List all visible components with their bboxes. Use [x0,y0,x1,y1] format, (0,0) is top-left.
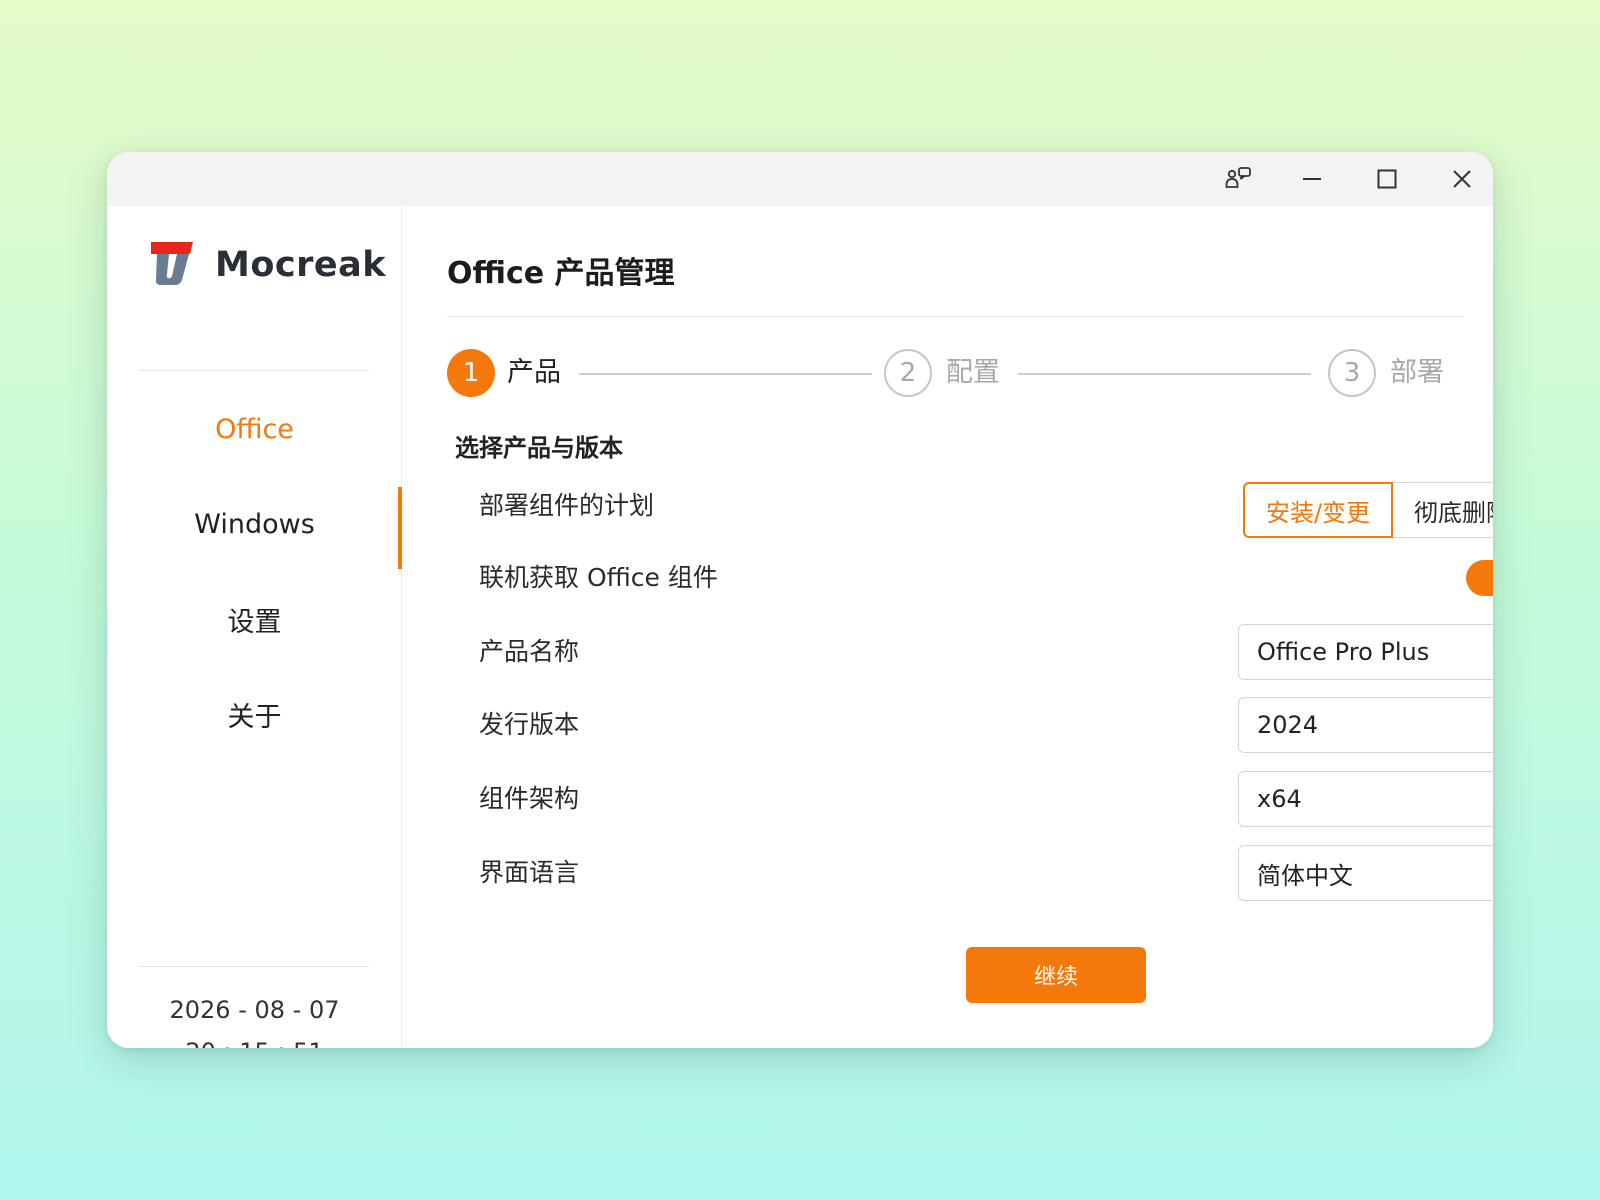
step-connector [579,373,872,375]
plan-segmented-control: 安装/变更 彻底删除 [1243,482,1493,538]
app-name: Mocreak [215,245,387,285]
sidebar: Mocreak Office Windows 设置 关于 2026 - 08 -… [107,206,402,1048]
step-2-label: 配置 [946,357,1000,388]
online-label: 联机获取 Office 组件 [479,563,718,592]
step-3-label: 部署 [1390,357,1444,388]
close-icon[interactable] [1434,158,1490,200]
app-window: Mocreak Office Windows 设置 关于 2026 - 08 -… [107,152,1493,1048]
sidebar-item-label: 设置 [227,606,282,638]
sidebar-item-label: Windows [194,508,315,540]
online-toggle[interactable] [1466,560,1493,596]
release-select[interactable]: 2024 [1238,697,1493,753]
title-bar [107,152,1493,206]
sidebar-item-about[interactable]: 关于 [107,684,402,744]
step-1-circle: 1 [447,349,495,397]
date-display: 2026 - 08 - 07 [169,996,340,1024]
install-change-button[interactable]: 安装/变更 [1243,482,1393,538]
section-title: 选择产品与版本 [455,434,623,462]
brand: Mocreak [147,238,386,292]
plan-label: 部署组件的计划 [479,491,655,520]
sidebar-item-label: 关于 [227,701,282,733]
step-3-circle: 3 [1328,349,1376,397]
sidebar-divider [139,966,369,967]
logo-icon [147,238,197,292]
arch-label: 组件架构 [479,784,580,813]
time-display: 20 : 15 : 51 [107,1038,402,1048]
arch-select[interactable]: x64 [1238,771,1493,827]
select-value: x64 [1257,785,1302,813]
sidebar-item-windows[interactable]: Windows [107,494,402,554]
feedback-icon[interactable] [1210,158,1266,200]
active-indicator [398,487,402,569]
product-label: 产品名称 [479,637,580,666]
sidebar-item-office[interactable]: Office [107,399,402,459]
select-value: 简体中文 [1257,861,1353,890]
select-value: Office Pro Plus [1257,638,1430,666]
product-select[interactable]: Office Pro Plus [1238,624,1493,680]
release-label: 发行版本 [479,710,580,739]
language-select[interactable]: 简体中文 [1238,845,1493,901]
sidebar-divider [139,370,369,371]
uninstall-button[interactable]: 彻底删除 [1393,482,1493,538]
language-label: 界面语言 [479,858,580,887]
sidebar-item-settings[interactable]: 设置 [107,589,402,649]
step-2-circle: 2 [884,349,932,397]
maximize-icon[interactable] [1359,158,1415,200]
minimize-icon[interactable] [1284,158,1340,200]
step-connector [1018,373,1311,375]
sidebar-item-label: Office [215,413,294,445]
page-title: Office 产品管理 [447,256,675,291]
select-value: 2024 [1257,711,1319,739]
main-panel: Office 产品管理 1 产品 2 配置 3 部署 选择产品与版本 部署组件的… [403,206,1493,1048]
title-divider [447,316,1464,317]
continue-button[interactable]: 继续 [966,947,1146,1003]
step-1-label: 产品 [507,357,561,388]
